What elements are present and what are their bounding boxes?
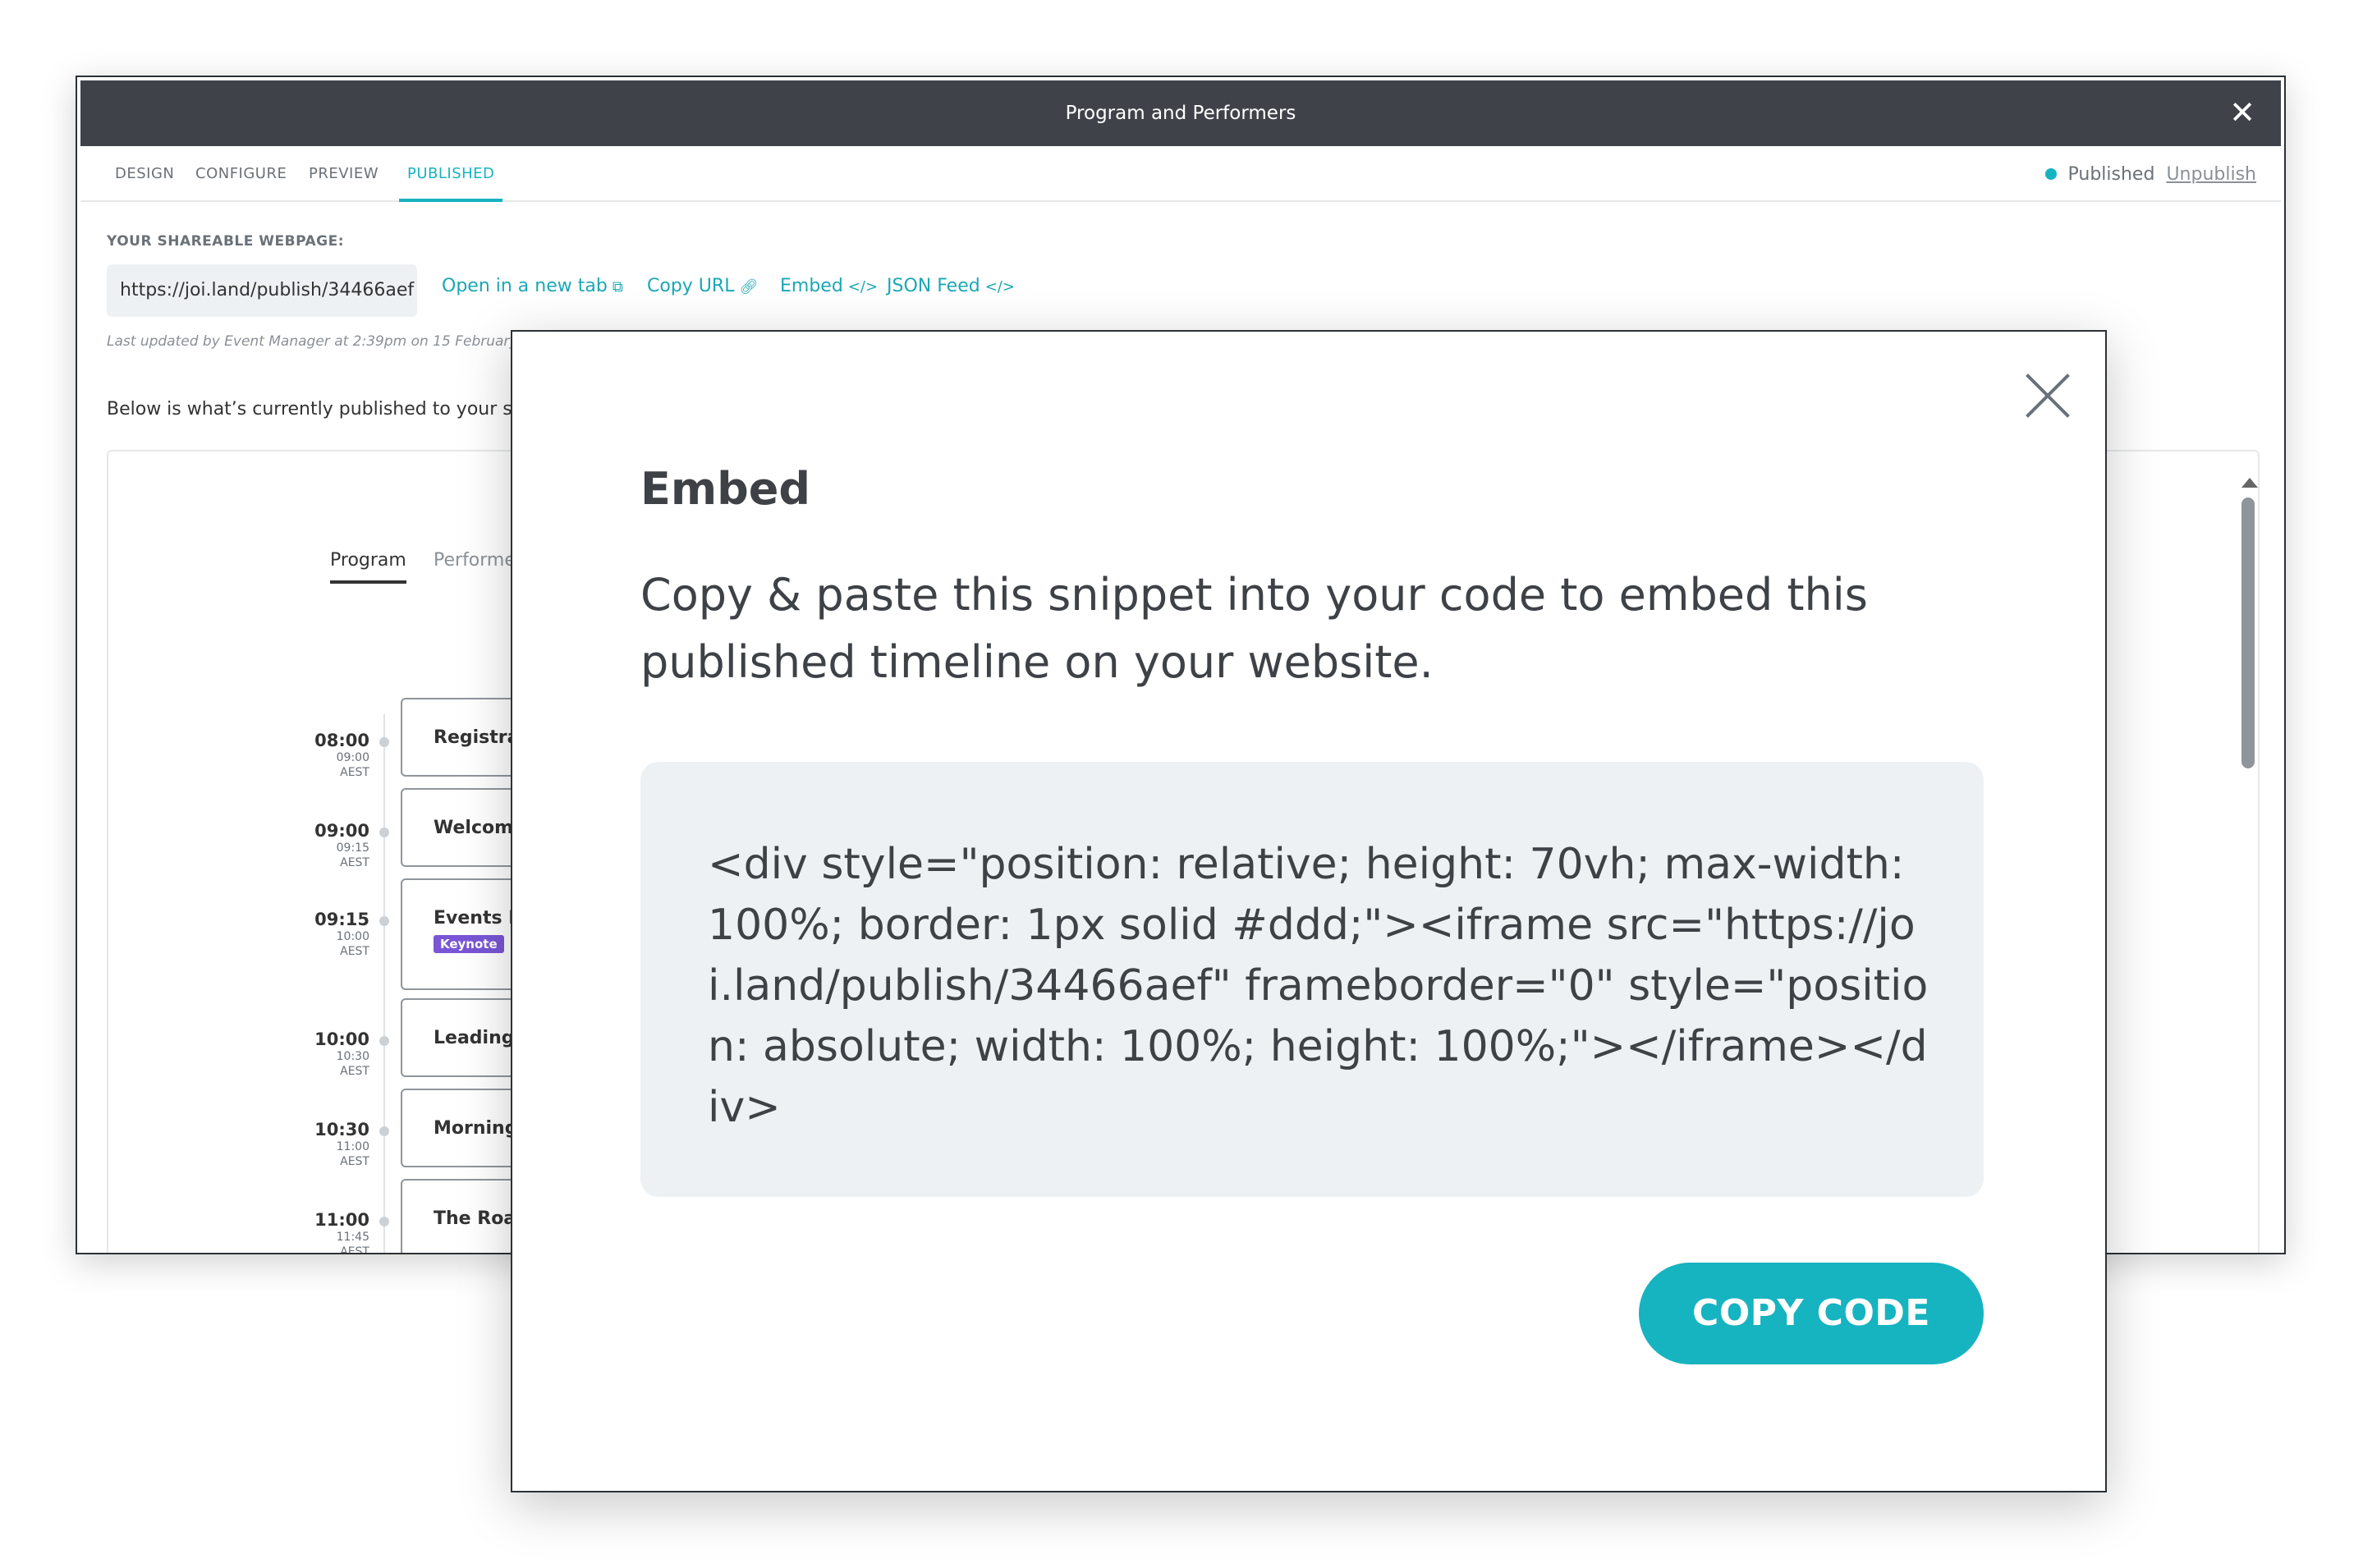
end-time: 10:00 [336, 930, 369, 943]
embed-label: Embed [780, 276, 843, 296]
link-icon: 🔗︎ [739, 278, 759, 296]
copy-code-button[interactable]: COPY CODE [1639, 1263, 1984, 1364]
keynote-tag: Keynote [434, 935, 504, 953]
embed-modal: Embed Copy & paste this snippet into you… [511, 330, 2107, 1492]
end-time: 09:00 [336, 751, 369, 764]
start-time: 09:00 [314, 821, 369, 841]
modal-close-icon[interactable] [2023, 371, 2072, 420]
timezone: AEST [340, 945, 369, 958]
start-time: 09:15 [314, 910, 369, 929]
tab-design[interactable]: DESIGN [115, 146, 174, 202]
window-title: Program and Performers [1065, 103, 1296, 124]
copy-url-link[interactable]: Copy URL 🔗︎ [647, 276, 758, 296]
timeline-dot [379, 1036, 389, 1046]
end-time: 11:45 [336, 1231, 369, 1244]
start-time: 11:00 [314, 1210, 369, 1230]
scroll-thumb[interactable] [2241, 497, 2255, 768]
time-label: 09:00 09:15 AEST [271, 821, 369, 870]
open-new-tab-link[interactable]: Open in a new tab ⧉ [442, 276, 623, 296]
status-label: Published [2067, 163, 2155, 185]
status-dot-icon [2044, 168, 2057, 180]
json-feed-link[interactable]: JSON Feed </> [887, 276, 1015, 296]
tab-published[interactable]: PUBLISHED [399, 146, 503, 202]
time-label: 09:15 10:00 AEST [271, 910, 369, 959]
timezone: AEST [340, 766, 369, 779]
end-time: 11:00 [336, 1140, 369, 1153]
modal-title: Embed [640, 463, 811, 515]
preview-scrollbar[interactable] [2241, 471, 2258, 1253]
session-title: Leading [434, 1028, 515, 1048]
timeline-dot [379, 1126, 389, 1136]
start-time: 10:30 [314, 1120, 369, 1139]
start-time: 08:00 [314, 731, 369, 750]
embed-code-snippet[interactable]: <div style="position: relative; height: … [640, 762, 1984, 1197]
copy-url-label: Copy URL [647, 276, 735, 296]
start-time: 10:00 [314, 1029, 369, 1049]
timeline-dot [379, 737, 389, 747]
time-label: 10:00 10:30 AEST [271, 1029, 369, 1079]
timezone: AEST [340, 856, 369, 869]
timezone: AEST [340, 1065, 369, 1078]
tab-configure[interactable]: CONFIGURE [195, 146, 287, 202]
time-label: 08:00 09:00 AEST [271, 731, 369, 780]
external-link-icon: ⧉ [612, 278, 623, 296]
publish-status: Published Unpublish [2044, 146, 2256, 202]
open-new-tab-label: Open in a new tab [442, 276, 608, 296]
window-titlebar: Program and Performers ✕ [80, 80, 2281, 146]
tab-performers[interactable]: Performe [434, 550, 516, 571]
tab-bar: DESIGN CONFIGURE PREVIEW PUBLISHED Publi… [80, 146, 2281, 202]
time-label: 11:00 11:45 AEST [271, 1210, 369, 1254]
timeline-line [383, 714, 385, 1253]
end-time: 09:15 [336, 841, 369, 855]
code-icon: </> [984, 278, 1015, 296]
tab-program[interactable]: Program [330, 550, 406, 584]
modal-description: Copy & paste this snippet into your code… [640, 569, 1868, 688]
timeline-dot [379, 1217, 389, 1226]
timeline-dot [379, 828, 389, 837]
code-icon: </> [847, 278, 879, 296]
close-icon[interactable]: ✕ [2222, 92, 2263, 133]
unpublish-link[interactable]: Unpublish [2166, 164, 2256, 185]
published-description: Below is what’s currently published to y… [107, 399, 543, 420]
last-updated-text: Last updated by Event Manager at 2:39pm … [107, 333, 518, 350]
tab-preview[interactable]: PREVIEW [309, 146, 379, 202]
json-feed-label: JSON Feed [887, 276, 980, 296]
timezone: AEST [340, 1155, 369, 1168]
scroll-up-icon[interactable] [2241, 478, 2258, 488]
time-label: 10:30 11:00 AEST [271, 1120, 369, 1169]
share-url-field[interactable]: https://joi.land/publish/34466aef [107, 264, 417, 317]
session-title: Events F [434, 908, 521, 928]
end-time: 10:30 [336, 1050, 369, 1063]
timezone: AEST [340, 1245, 369, 1254]
embed-link[interactable]: Embed </> [780, 276, 878, 296]
timeline-dot [379, 916, 389, 926]
session-title: Morning [434, 1118, 518, 1139]
share-label: YOUR SHAREABLE WEBPAGE: [107, 233, 345, 250]
